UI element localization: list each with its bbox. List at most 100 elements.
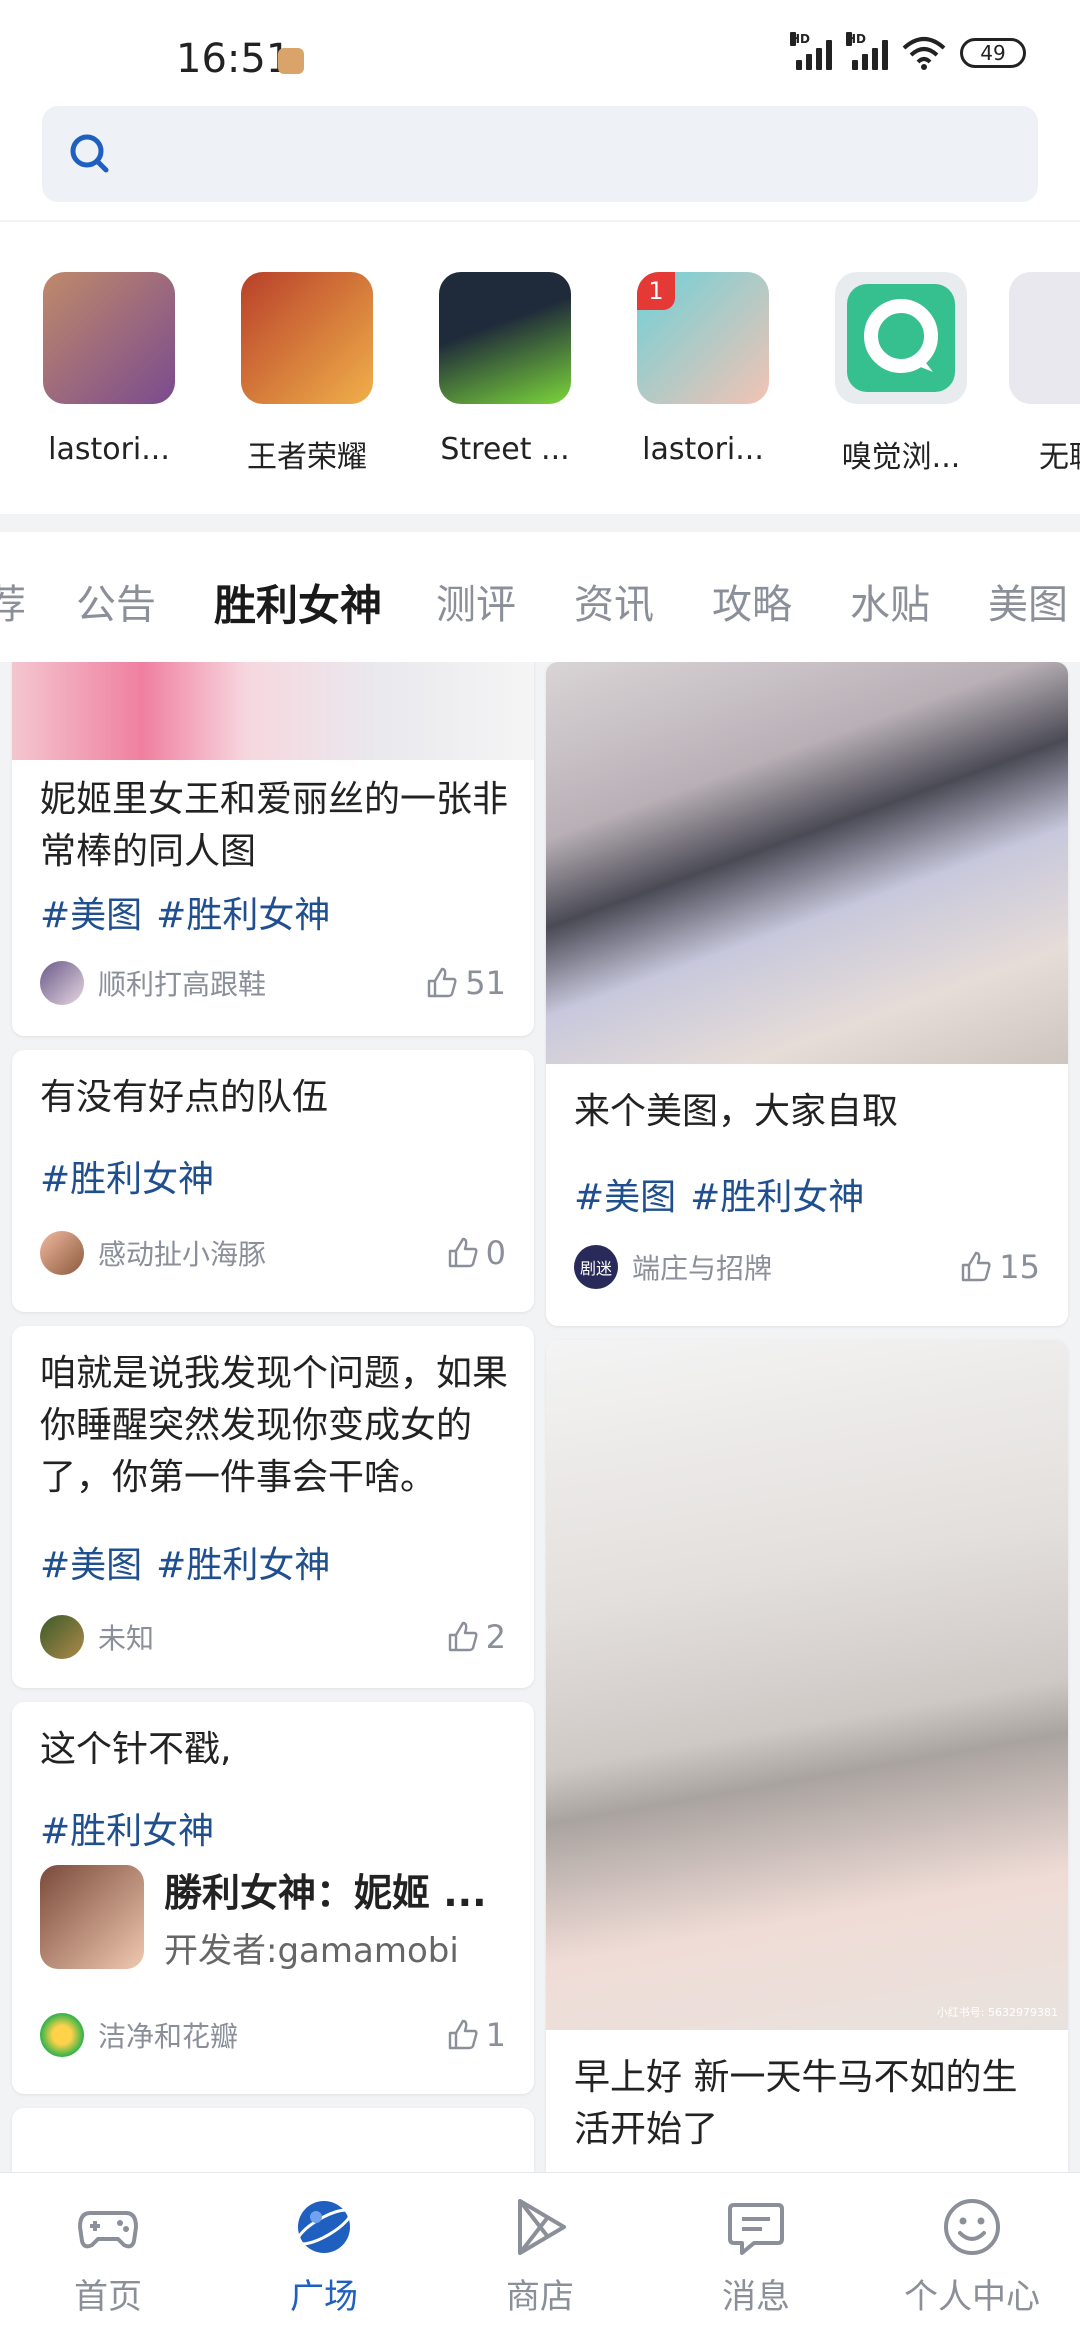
post-meta: 顺利打高跟鞋 51 [40, 960, 506, 1006]
post-tag[interactable]: #胜利女神 [40, 1159, 214, 1200]
app-item[interactable]: 嗅觉浏... [811, 272, 991, 476]
gamepad-icon [78, 2211, 138, 2249]
app-item[interactable]: 王者荣耀 [217, 272, 397, 476]
post-meta: 洁净和花瓣 1 [40, 2012, 506, 2058]
post-meta: 感动扯小海豚 0 [40, 1230, 506, 1276]
play-store-icon [518, 2199, 566, 2255]
author-name[interactable]: 感动扯小海豚 [98, 1233, 446, 1273]
post-tag[interactable]: #美图 [574, 1177, 676, 1218]
like-button[interactable]: 2 [446, 1618, 506, 1656]
like-count: 15 [999, 1248, 1040, 1286]
post-tag[interactable]: #美图 [40, 895, 142, 936]
search-icon [70, 134, 109, 173]
nav-label: 广场 [290, 2277, 358, 2317]
tab-recommend[interactable]: 荐 [0, 572, 26, 630]
post-tags: #美图 #胜利女神 [574, 1168, 878, 1220]
tab-guides[interactable]: 攻略 [712, 572, 792, 630]
author-name[interactable]: 端庄与招牌 [632, 1247, 959, 1287]
avatar[interactable] [40, 961, 84, 1005]
thumbs-up-icon [448, 1237, 478, 1268]
post-tag[interactable]: #胜利女神 [156, 895, 330, 936]
signal-icon: HD [846, 32, 888, 70]
post-card[interactable] [12, 2108, 534, 2172]
app-item[interactable]: Street ... [415, 272, 595, 467]
thumbs-up-icon [448, 2019, 478, 2050]
battery-level: 49 [980, 41, 1006, 65]
post-tag[interactable]: #胜利女神 [690, 1177, 864, 1218]
post-tag[interactable]: #胜利女神 [156, 1545, 330, 1586]
nav-messages[interactable]: 消息 [648, 2195, 864, 2318]
post-meta: 剧迷 端庄与招牌 15 [574, 1244, 1040, 1290]
avatar[interactable] [40, 1231, 84, 1275]
post-tags: #胜利女神 [40, 1150, 228, 1202]
app-icon [439, 272, 571, 404]
app-item[interactable]: lastori... [19, 272, 199, 467]
app-icon [43, 272, 175, 404]
app-icon [241, 272, 373, 404]
app-item[interactable]: 无聊 [1009, 272, 1080, 476]
avatar[interactable] [40, 1615, 84, 1659]
like-button[interactable]: 15 [959, 1248, 1040, 1286]
thumbs-up-icon [428, 967, 457, 998]
post-image: 小红书号: 5632979381 [546, 1340, 1068, 2030]
nav-plaza[interactable]: 广场 [216, 2195, 432, 2318]
post-card[interactable]: 小红书号: 5632979381 早上好 新一天牛马不如的生活开始了 [546, 1340, 1068, 2172]
author-name[interactable]: 未知 [98, 1617, 446, 1657]
app-name: Street ... [440, 432, 570, 467]
tab-pictures[interactable]: 美图 [988, 572, 1068, 630]
app-name: 嗅觉浏... [841, 440, 961, 475]
app-icon [1009, 272, 1080, 404]
signal-icon: HD [790, 32, 832, 70]
recent-apps-strip: lastori... 王者荣耀 Street ... 1 lastori... … [0, 222, 1080, 514]
avatar[interactable] [40, 2013, 84, 2057]
like-button[interactable]: 0 [446, 1234, 506, 1272]
like-count: 51 [465, 964, 506, 1002]
status-bar: 16:51 HD HD 49 [0, 0, 1080, 100]
smiley-icon [944, 2199, 1000, 2255]
message-icon [728, 2203, 784, 2255]
post-card[interactable]: 来个美图，大家自取 #美图 #胜利女神 剧迷 端庄与招牌 15 [546, 662, 1068, 1326]
post-card[interactable]: 妮姬里女王和爱丽丝的一张非常棒的同人图 #美图 #胜利女神 顺利打高跟鞋 51 [12, 662, 534, 1036]
post-image [12, 662, 534, 760]
hd-label: HD [846, 32, 867, 46]
post-card[interactable]: 有没有好点的队伍 #胜利女神 感动扯小海豚 0 [12, 1050, 534, 1312]
chat-bubble-icon [847, 284, 955, 392]
like-button[interactable]: 51 [425, 964, 506, 1002]
like-button[interactable]: 1 [446, 2016, 506, 2054]
post-card[interactable]: 这个针不戳, #胜利女神 勝利女神：妮姬 ... 开发者:gamamobi 洁净… [12, 1702, 534, 2094]
avatar[interactable]: 剧迷 [574, 1245, 618, 1289]
nav-label: 个人中心 [904, 2277, 1040, 2317]
post-tags: #美图 #胜利女神 [40, 1536, 344, 1588]
author-name[interactable]: 顺利打高跟鞋 [98, 963, 425, 1003]
nav-home[interactable]: 首页 [0, 2195, 216, 2318]
like-count: 2 [485, 1618, 506, 1656]
linked-game[interactable]: 勝利女神：妮姬 ... 开发者:gamamobi [40, 1862, 506, 1972]
hd-label: HD [790, 32, 811, 46]
tab-water-posts[interactable]: 水贴 [850, 572, 930, 630]
tab-announcements[interactable]: 公告 [76, 572, 156, 630]
post-card[interactable]: 咱就是说我发现个问题，如果你睡醒突然发现你变成女的了，你第一件事会干啥。 #美图… [12, 1326, 534, 1688]
app-item[interactable]: 1 lastori... [613, 272, 793, 467]
post-tag[interactable]: #胜利女神 [40, 1811, 214, 1852]
search-input[interactable] [42, 106, 1038, 202]
avatar-text: 剧迷 [579, 1259, 612, 1278]
post-title: 早上好 新一天牛马不如的生活开始了 [574, 2057, 1018, 2150]
game-info: 勝利女神：妮姬 ... 开发者:gamamobi [164, 1862, 487, 1972]
app-name: lastori... [642, 432, 764, 467]
tab-reviews[interactable]: 测评 [436, 572, 516, 630]
game-icon [40, 1865, 144, 1969]
post-title: 咱就是说我发现个问题，如果你睡醒突然发现你变成女的了，你第一件事会干啥。 [40, 1353, 509, 1498]
post-meta: 未知 2 [40, 1614, 506, 1660]
author-name[interactable]: 洁净和花瓣 [98, 2015, 446, 2055]
notification-app-icon [278, 48, 304, 74]
nav-profile[interactable]: 个人中心 [864, 2195, 1080, 2318]
post-tag[interactable]: #美图 [40, 1545, 142, 1586]
app-name: 王者荣耀 [247, 440, 367, 475]
image-watermark: 小红书号: 5632979381 [936, 2006, 1058, 2019]
tab-news[interactable]: 资讯 [574, 572, 654, 630]
post-title: 有没有好点的队伍 [40, 1077, 329, 1118]
tab-goddess-of-victory[interactable]: 胜利女神 [214, 572, 382, 633]
app-icon [835, 272, 967, 404]
nav-store[interactable]: 商店 [432, 2195, 648, 2318]
like-count: 0 [485, 1234, 506, 1272]
